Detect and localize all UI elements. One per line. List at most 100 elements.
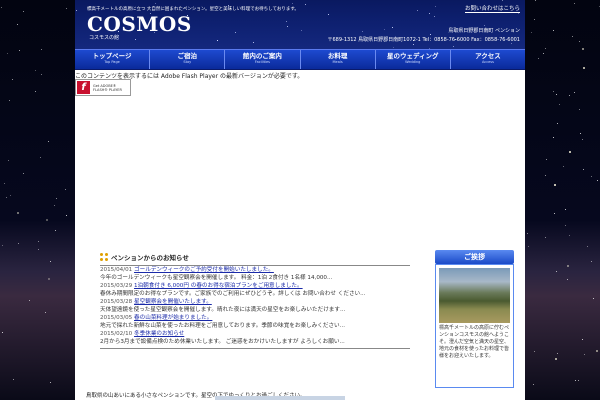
news-entry-header: 2015/02/10 冬季休業のお知らせ [100, 330, 410, 338]
nav-sublabel: Access [481, 60, 494, 64]
flash-badge-line2: FLASH® PLAYER [93, 87, 122, 92]
nav-item-meals[interactable]: お料理 Meals [301, 50, 376, 69]
site-logo-subtitle: コスモスの館 [89, 35, 120, 41]
star-decoration [502, 0, 504, 2]
star-decoration [41, 73, 43, 75]
star-decoration [253, 41, 255, 43]
star-decoration [581, 339, 583, 341]
news-link[interactable]: ゴールデンウィークのご予約受付を開始いたしました。 [134, 267, 274, 273]
nav-label: アクセス [475, 52, 501, 60]
nav-item-facilities[interactable]: 館内のご案内 Facilities [225, 50, 301, 69]
news-link[interactable]: 冬季休業のお知らせ [134, 331, 184, 337]
news-section: ペンションからのお知らせ 2015/04/01 ゴールデンウィークのご予約受付を… [100, 252, 410, 349]
star-decoration [577, 379, 579, 381]
nav-item-top[interactable]: トップページ Top Page [75, 50, 151, 69]
star-decoration [391, 26, 393, 28]
news-body: 春休み期間限定のお得なプランです。ご家族でのご利用にぜひどうぞ。詳しくは お問い… [100, 291, 366, 297]
nav-label: トップページ [92, 52, 132, 60]
news-date: 2015/04/01 [100, 267, 133, 273]
star-decoration [7, 159, 9, 161]
landscape-photo [439, 268, 510, 323]
star-decoration [35, 69, 37, 71]
nav-item-wedding[interactable]: 星のウェディング Wedding [376, 50, 451, 69]
star-decoration [527, 232, 529, 234]
site-logo[interactable]: COSMOS [87, 12, 192, 36]
star-decoration [556, 123, 558, 125]
star-decoration [562, 165, 564, 167]
nav-item-access[interactable]: アクセス Access [451, 50, 525, 69]
star-decoration [534, 0, 536, 2]
get-flash-player-button[interactable]: f Get ADOBE® FLASH® PLAYER [75, 79, 131, 96]
star-decoration [28, 299, 30, 301]
star-decoration [534, 350, 536, 352]
nav-item-stay[interactable]: ご宿泊 Stay [150, 50, 226, 69]
star-decoration [300, 30, 302, 32]
news-entry-header: 2015/03/28 星空観察会を開催いたします。 [100, 298, 410, 306]
star-decoration [216, 39, 218, 41]
star-decoration [154, 3, 156, 5]
star-decoration [50, 381, 52, 383]
star-decoration [0, 7, 2, 9]
star-decoration [591, 176, 593, 178]
news-entry-body: 地元で採れた新鮮な山菜を使ったお料理をご用意しております。季節の味覚をお楽しみく… [100, 322, 410, 330]
star-decoration [592, 297, 594, 299]
star-decoration [555, 94, 557, 96]
greeting-title: ご挨拶 [435, 250, 514, 264]
star-decoration [1, 332, 3, 334]
news-link[interactable]: 春の山菜料理が始まりました。 [134, 315, 212, 321]
star-decoration [545, 158, 547, 160]
star-decoration [35, 90, 37, 92]
star-decoration [433, 16, 435, 18]
star-decoration [569, 235, 571, 237]
star-decoration [572, 36, 574, 38]
star-decoration [544, 236, 546, 238]
star-decoration [287, 25, 289, 27]
star-decoration [361, 31, 363, 33]
nav-sublabel: Meals [332, 60, 343, 64]
star-decoration [568, 151, 571, 153]
star-decoration [583, 67, 586, 70]
news-link[interactable]: 1泊朝食付き 6,000円 の春のお得な宿泊プランをご用意しました。 [134, 283, 303, 289]
star-decoration [3, 182, 5, 184]
star-decoration [286, 21, 288, 23]
star-decoration [37, 241, 39, 243]
star-decoration [579, 133, 581, 135]
star-decoration [12, 379, 14, 380]
flash-player-icon: f [77, 81, 90, 94]
star-decoration [304, 3, 306, 5]
nav-label: 星のウェディング [387, 52, 439, 60]
star-decoration [65, 188, 67, 190]
nav-sublabel: Stay [183, 60, 192, 64]
nav-sublabel: Wedding [405, 60, 421, 64]
star-decoration [573, 2, 575, 4]
star-decoration [555, 270, 557, 272]
star-decoration [578, 109, 580, 111]
news-entry-body: 春休み期間限定のお得なプランです。ご家族でのご利用にぜひどうぞ。詳しくは お問い… [100, 290, 410, 298]
star-decoration [566, 265, 569, 268]
news-date: 2015/03/05 [100, 315, 133, 321]
nav-sublabel: Top Page [104, 60, 120, 64]
star-decoration [234, 31, 236, 33]
star-decoration [434, 6, 436, 8]
star-decoration [545, 175, 547, 177]
star-decoration [545, 48, 547, 50]
star-decoration [569, 94, 571, 96]
news-link[interactable]: 星空観察会を開催いたします。 [134, 299, 212, 305]
news-date: 2015/03/28 [100, 299, 133, 305]
star-decoration [534, 18, 536, 20]
nav-label: 館内のご案内 [242, 52, 282, 60]
contact-link[interactable]: お問い合わせはこちら [464, 4, 520, 13]
intro-photo [215, 396, 345, 400]
star-decoration [40, 157, 41, 159]
star-decoration [44, 312, 46, 314]
star-decoration [6, 52, 8, 54]
news-body: 今年のゴールデンウィークも星空観察会を開催します。 料金：1泊 2食付き 1名様… [100, 275, 333, 281]
news-body: 地元で採れた新鮮な山菜を使ったお料理をご用意しております。季節の味覚をお楽しみく… [100, 323, 345, 329]
star-decoration [47, 278, 50, 281]
star-decoration [574, 91, 576, 93]
flash-badge-text: Get ADOBE® FLASH® PLAYER [93, 84, 122, 92]
star-decoration [5, 196, 7, 198]
star-decoration [37, 249, 39, 251]
star-decoration [583, 169, 585, 171]
star-decoration [558, 104, 560, 106]
